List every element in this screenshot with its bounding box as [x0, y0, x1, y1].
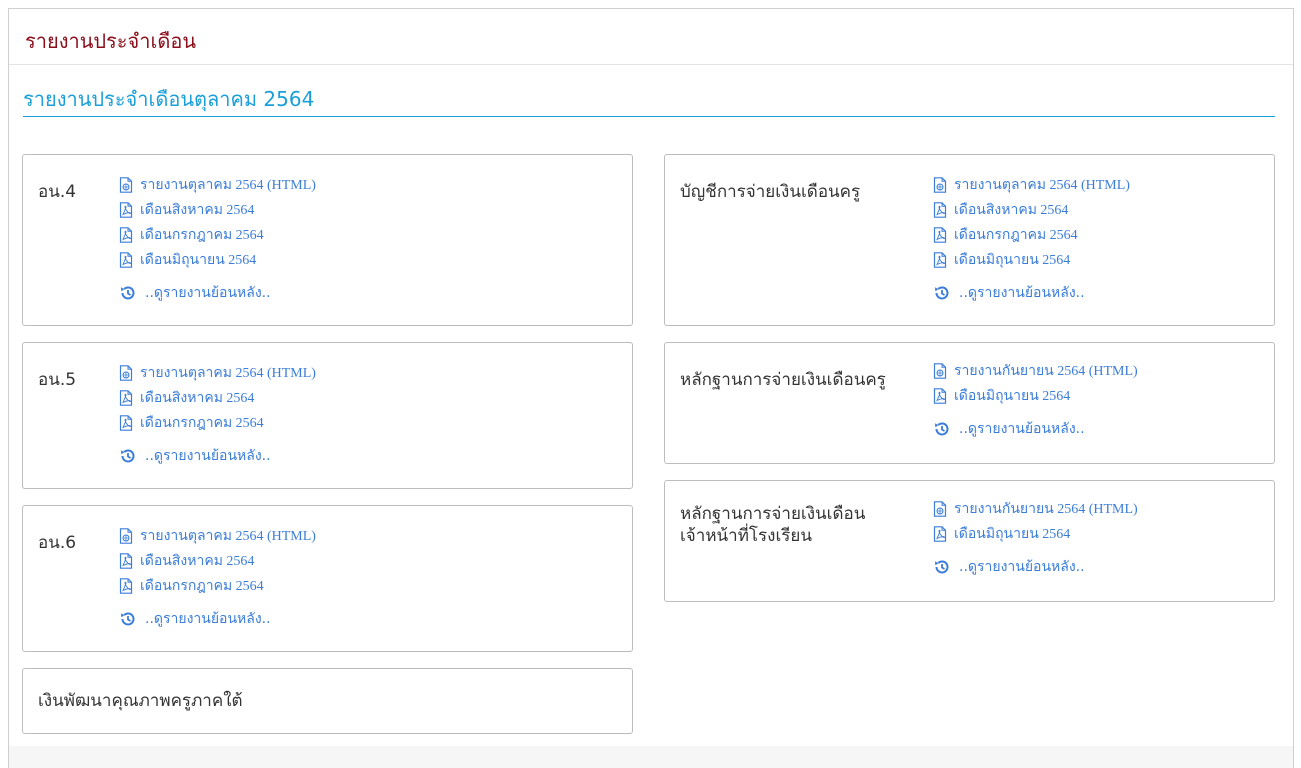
- pdf-report-link[interactable]: เดือนกรกฎาคม 2564: [119, 573, 316, 598]
- html-report-link[interactable]: รายงานตุลาคม 2564 (HTML): [119, 360, 316, 385]
- pdf-report-link[interactable]: เดือนกรกฎาคม 2564: [119, 410, 316, 435]
- pdf-file-icon: [933, 202, 947, 218]
- link-list: รายงานกันยายน 2564 (HTML) เดือนมิถุนายน …: [933, 358, 1138, 442]
- report-box-teacher-pay-evidence: หลักฐานการจ่ายเงินเดือนครู รายงานกันยายน…: [664, 342, 1275, 464]
- html-report-link[interactable]: รายงานตุลาคม 2564 (HTML): [119, 172, 316, 197]
- pdf-report-link[interactable]: เดือนสิงหาคม 2564: [119, 197, 316, 222]
- pdf-file-icon: [119, 553, 133, 569]
- panel-footer: [9, 746, 1293, 768]
- history-link[interactable]: ..ดูรายงานย้อนหลัง..: [933, 554, 1138, 580]
- pdf-report-link[interactable]: เดือนสิงหาคม 2564: [933, 197, 1130, 222]
- box-label: อน.5: [38, 370, 77, 390]
- html-file-icon: [933, 363, 947, 379]
- pdf-report-link[interactable]: เดือนสิงหาคม 2564: [119, 385, 316, 410]
- pdf-file-icon: [933, 388, 947, 404]
- html-file-icon: [933, 501, 947, 517]
- link-list: รายงานตุลาคม 2564 (HTML) เดือนสิงหาคม 25…: [119, 360, 316, 469]
- link-list: รายงานตุลาคม 2564 (HTML) เดือนสิงหาคม 25…: [119, 523, 316, 632]
- history-icon: [933, 558, 951, 576]
- pdf-file-icon: [119, 227, 133, 243]
- html-report-link[interactable]: รายงานตุลาคม 2564 (HTML): [933, 172, 1130, 197]
- html-report-link[interactable]: รายงานกันยายน 2564 (HTML): [933, 496, 1138, 521]
- box-label: เงินพัฒนาคุณภาพครูภาคใต้: [38, 691, 243, 711]
- pdf-report-link[interactable]: เดือนสิงหาคม 2564: [119, 548, 316, 573]
- html-file-icon: [119, 177, 133, 193]
- box-label-line: เจ้าหน้าที่โรงเรียน: [680, 526, 812, 546]
- box-label: อน.6: [38, 533, 77, 553]
- html-report-link[interactable]: รายงานกันยายน 2564 (HTML): [933, 358, 1138, 383]
- report-box-teacher-fund: เงินพัฒนาคุณภาพครูภาคใต้: [22, 668, 633, 734]
- panel-header: รายงานประจำเดือน: [9, 9, 1293, 65]
- pdf-report-link[interactable]: เดือนมิถุนายน 2564: [933, 521, 1138, 546]
- pdf-file-icon: [933, 227, 947, 243]
- history-icon: [933, 420, 951, 438]
- pdf-report-link[interactable]: เดือนมิถุนายน 2564: [119, 247, 316, 272]
- pdf-file-icon: [933, 252, 947, 268]
- history-link[interactable]: ..ดูรายงานย้อนหลัง..: [119, 606, 316, 632]
- report-box-teacher-payroll: บัญชีการจ่ายเงินเดือนครู รายงานตุลาคม 25…: [664, 154, 1275, 326]
- history-icon: [119, 284, 137, 302]
- history-link[interactable]: ..ดูรายงานย้อนหลัง..: [933, 280, 1130, 306]
- pdf-report-link[interactable]: เดือนมิถุนายน 2564: [933, 383, 1138, 408]
- pdf-file-icon: [119, 390, 133, 406]
- pdf-file-icon: [933, 526, 947, 542]
- box-label: หลักฐานการจ่ายเงินเดือนครู: [680, 370, 886, 390]
- history-link[interactable]: ..ดูรายงานย้อนหลัง..: [119, 443, 316, 469]
- link-list: รายงานตุลาคม 2564 (HTML) เดือนสิงหาคม 25…: [119, 172, 316, 306]
- report-box-staff-pay-evidence: หลักฐานการจ่ายเงินเดือน เจ้าหน้าที่โรงเร…: [664, 480, 1275, 602]
- report-box-on5: อน.5 รายงานตุลาคม 2564 (HTML) เดือนสิงหา…: [22, 342, 633, 489]
- pdf-report-link[interactable]: เดือนมิถุนายน 2564: [933, 247, 1130, 272]
- pdf-report-link[interactable]: เดือนกรกฎาคม 2564: [119, 222, 316, 247]
- link-list: รายงานกันยายน 2564 (HTML) เดือนมิถุนายน …: [933, 496, 1138, 580]
- history-icon: [119, 610, 137, 628]
- panel-title: รายงานประจำเดือน: [25, 29, 196, 53]
- pdf-file-icon: [119, 415, 133, 431]
- box-label: อน.4: [38, 182, 77, 202]
- html-report-link[interactable]: รายงานตุลาคม 2564 (HTML): [119, 523, 316, 548]
- box-label-line: หลักฐานการจ่ายเงินเดือน: [680, 504, 866, 524]
- report-box-on6: อน.6 รายงานตุลาคม 2564 (HTML) เดือนสิงหา…: [22, 505, 633, 652]
- history-link[interactable]: ..ดูรายงานย้อนหลัง..: [119, 280, 316, 306]
- html-file-icon: [119, 365, 133, 381]
- report-box-on4: อน.4 รายงานตุลาคม 2564 (HTML) เดือนสิงหา…: [22, 154, 633, 326]
- html-file-icon: [933, 177, 947, 193]
- history-icon: [933, 284, 951, 302]
- pdf-file-icon: [119, 252, 133, 268]
- pdf-file-icon: [119, 578, 133, 594]
- pdf-report-link[interactable]: เดือนกรกฎาคม 2564: [933, 222, 1130, 247]
- box-label: บัญชีการจ่ายเงินเดือนครู: [680, 182, 861, 202]
- history-icon: [119, 447, 137, 465]
- html-file-icon: [119, 528, 133, 544]
- history-link[interactable]: ..ดูรายงานย้อนหลัง..: [933, 416, 1138, 442]
- pdf-file-icon: [119, 202, 133, 218]
- section-title: รายงานประจำเดือนตุลาคม 2564: [23, 87, 315, 111]
- box-label: หลักฐานการจ่ายเงินเดือน เจ้าหน้าที่โรงเร…: [680, 503, 865, 547]
- link-list: รายงานตุลาคม 2564 (HTML) เดือนสิงหาคม 25…: [933, 172, 1130, 306]
- section-divider: [23, 116, 1275, 117]
